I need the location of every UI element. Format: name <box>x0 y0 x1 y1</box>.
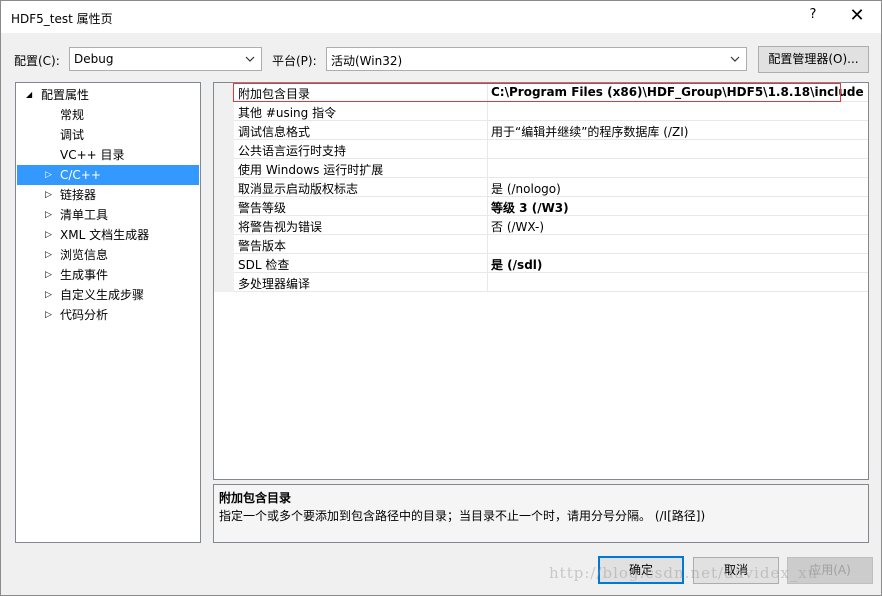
collapsed-arrow-icon[interactable]: ▷ <box>45 225 55 245</box>
property-row-warning-level[interactable]: 警告等级 等级 3 (/W3) <box>214 197 868 216</box>
row-gutter <box>214 178 234 197</box>
platform-value: 活动(Win32) <box>331 54 403 68</box>
property-row-using-directives[interactable]: 其他 #using 指令 <box>214 102 868 121</box>
property-value[interactable]: 是 (/nologo) <box>491 180 561 197</box>
description-text: 指定一个或多个要添加到包含路径中的目录；当目录不止一个时，请用分号分隔。 (/I… <box>219 509 706 523</box>
property-pages-dialog: HDF5_test 属性页 ? ✕ 配置(C): Debug 平台(P): 活动… <box>0 0 882 596</box>
tree-item-vc-directories[interactable]: VC++ 目录 <box>17 145 199 165</box>
tree-item-c-cpp[interactable]: ▷ C/C++ <box>17 165 199 185</box>
tree-item-label: 常规 <box>60 108 85 122</box>
close-button[interactable]: ✕ <box>843 5 871 29</box>
chevron-down-icon <box>730 56 740 62</box>
tree-item-browse-information[interactable]: ▷ 浏览信息 <box>17 245 199 265</box>
tree-item-label: 配置属性 <box>41 88 90 102</box>
tree-item-label: 清单工具 <box>60 208 109 222</box>
tree-item-manifest-tool[interactable]: ▷ 清单工具 <box>17 205 199 225</box>
config-value: Debug <box>74 52 114 66</box>
collapsed-arrow-icon[interactable]: ▷ <box>45 265 55 285</box>
property-name: SDL 检查 <box>238 258 290 272</box>
property-name: 警告版本 <box>238 239 287 253</box>
expanded-arrow-icon[interactable]: ◢ <box>26 85 36 105</box>
tree-item-label: C/C++ <box>60 168 101 182</box>
tree-item-xml-doc-generator[interactable]: ▷ XML 文档生成器 <box>17 225 199 245</box>
title-bar: HDF5_test 属性页 ? ✕ <box>1 1 881 33</box>
property-grid: 附加包含目录 C:\Program Files (x86)\HDF_Group\… <box>213 82 869 480</box>
property-name: 警告等级 <box>238 201 287 215</box>
tree-item-label: 调试 <box>60 128 85 142</box>
row-gutter <box>214 254 234 273</box>
row-separator <box>234 291 868 292</box>
config-manager-label: 配置管理器(O)... <box>768 52 859 66</box>
row-gutter <box>214 140 234 159</box>
property-name: 取消显示启动版权标志 <box>238 182 359 196</box>
property-value[interactable]: 等级 3 (/W3) <box>491 199 569 216</box>
property-value[interactable]: 是 (/sdl) <box>491 256 542 273</box>
collapsed-arrow-icon[interactable]: ▷ <box>45 205 55 225</box>
window-title: HDF5_test 属性页 <box>11 12 113 26</box>
tree-item-config-properties[interactable]: ◢ 配置属性 <box>17 85 199 105</box>
property-row-treat-warnings-as-errors[interactable]: 将警告视为错误 否 (/WX-) <box>214 216 868 235</box>
collapsed-arrow-icon[interactable]: ▷ <box>45 165 55 185</box>
row-gutter <box>214 273 234 292</box>
property-row-windows-runtime-ext[interactable]: 使用 Windows 运行时扩展 <box>214 159 868 178</box>
collapsed-arrow-icon[interactable]: ▷ <box>45 185 55 205</box>
row-gutter <box>214 121 234 140</box>
config-manager-button[interactable]: 配置管理器(O)... <box>758 46 869 73</box>
collapsed-arrow-icon[interactable]: ▷ <box>45 305 55 325</box>
row-gutter <box>214 102 234 121</box>
property-value[interactable]: 否 (/WX-) <box>491 218 544 235</box>
row-gutter <box>214 216 234 235</box>
tree-item-label: 浏览信息 <box>60 248 109 262</box>
description-title: 附加包含目录 <box>219 491 292 505</box>
description-panel: 附加包含目录 指定一个或多个要添加到包含路径中的目录；当目录不止一个时，请用分号… <box>213 484 869 543</box>
tree-item-label: 链接器 <box>60 188 97 202</box>
help-button[interactable]: ? <box>805 7 821 27</box>
row-gutter <box>214 83 234 102</box>
property-value[interactable]: 用于“编辑并继续”的程序数据库 (/ZI) <box>491 123 688 140</box>
tree-item-general[interactable]: 常规 <box>17 105 199 125</box>
tree-item-label: 生成事件 <box>60 268 109 282</box>
watermark: http://blog.csdn.net/davidex_xu <box>549 564 819 582</box>
property-row-debug-info-format[interactable]: 调试信息格式 用于“编辑并继续”的程序数据库 (/ZI) <box>214 121 868 140</box>
tree-item-build-events[interactable]: ▷ 生成事件 <box>17 265 199 285</box>
property-name: 调试信息格式 <box>238 125 311 139</box>
highlight-box <box>233 83 841 102</box>
tree-item-label: 自定义生成步骤 <box>60 288 145 302</box>
property-name: 多处理器编译 <box>238 277 311 291</box>
collapsed-arrow-icon[interactable]: ▷ <box>45 285 55 305</box>
property-row-sdl-checks[interactable]: SDL 检查 是 (/sdl) <box>214 254 868 273</box>
property-tree: ◢ 配置属性 常规 调试 VC++ 目录 ▷ C/C++ ▷ 链接器 ▷ 清单工… <box>15 82 201 543</box>
property-name: 将警告视为错误 <box>238 220 323 234</box>
chevron-down-icon <box>245 56 255 62</box>
property-name: 使用 Windows 运行时扩展 <box>238 163 384 177</box>
tree-item-label: VC++ 目录 <box>60 148 125 162</box>
tree-item-debugging[interactable]: 调试 <box>17 125 199 145</box>
config-dropdown[interactable]: Debug <box>69 47 262 71</box>
config-label: 配置(C): <box>14 54 60 68</box>
property-name: 公共语言运行时支持 <box>238 144 347 158</box>
row-gutter <box>214 197 234 216</box>
property-row-clr-support[interactable]: 公共语言运行时支持 <box>214 140 868 159</box>
tree-item-custom-build-step[interactable]: ▷ 自定义生成步骤 <box>17 285 199 305</box>
tree-item-label: XML 文档生成器 <box>60 228 150 242</box>
row-gutter <box>214 159 234 178</box>
row-gutter <box>214 235 234 254</box>
property-row-multiprocessor-compilation[interactable]: 多处理器编译 <box>214 273 868 292</box>
tree-item-label: 代码分析 <box>60 308 109 322</box>
collapsed-arrow-icon[interactable]: ▷ <box>45 245 55 265</box>
platform-dropdown[interactable]: 活动(Win32) <box>326 47 747 71</box>
property-name: 其他 #using 指令 <box>238 106 337 120</box>
platform-label: 平台(P): <box>272 54 317 68</box>
property-row-suppress-banner[interactable]: 取消显示启动版权标志 是 (/nologo) <box>214 178 868 197</box>
tree-item-linker[interactable]: ▷ 链接器 <box>17 185 199 205</box>
property-row-warning-version[interactable]: 警告版本 <box>214 235 868 254</box>
tree-item-code-analysis[interactable]: ▷ 代码分析 <box>17 305 199 325</box>
